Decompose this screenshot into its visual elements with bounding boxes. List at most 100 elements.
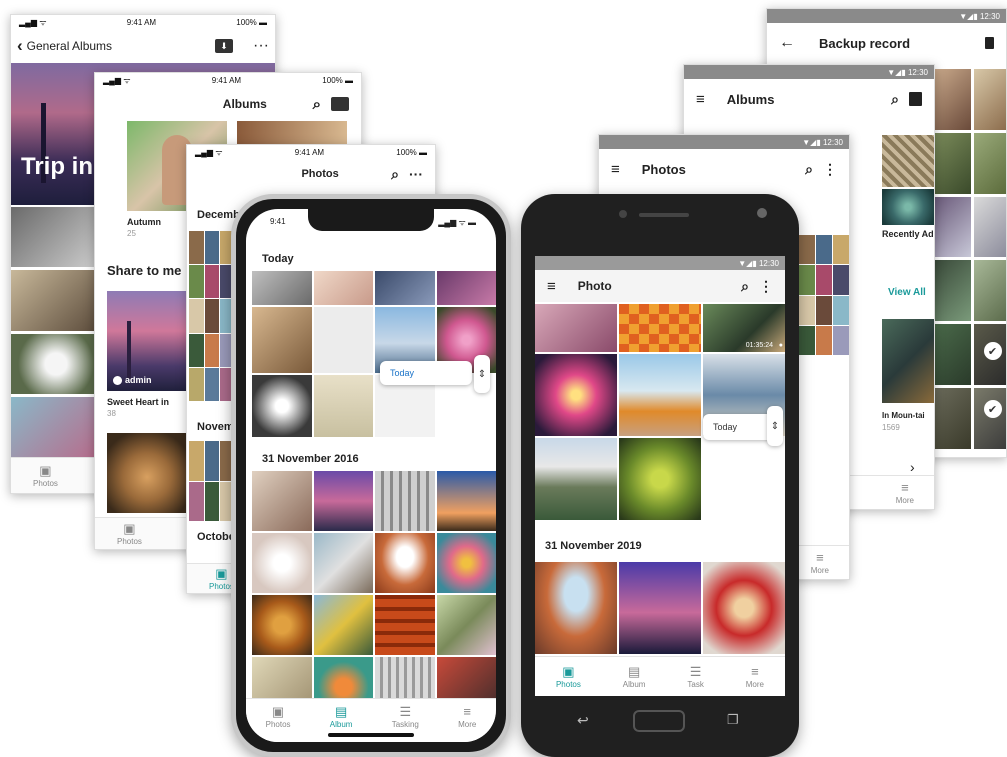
nav-back-icon[interactable]: ↩ bbox=[577, 712, 589, 729]
photo-thumbnail[interactable] bbox=[535, 304, 617, 352]
photos-icon: ▣ bbox=[562, 663, 575, 679]
album-cover[interactable] bbox=[107, 433, 187, 513]
album-cover[interactable] bbox=[882, 319, 934, 403]
photo-thumbnail[interactable] bbox=[619, 354, 701, 436]
tab-photos[interactable]: ▣ Photos bbox=[117, 522, 142, 546]
view-all-link[interactable]: View All bbox=[888, 287, 926, 298]
photo-thumbnail[interactable] bbox=[375, 533, 435, 593]
search-icon[interactable]: ⌕ bbox=[741, 278, 749, 295]
more-options-icon[interactable]: ⋮ bbox=[759, 278, 773, 295]
photo-thumbnail[interactable] bbox=[252, 595, 312, 655]
photo-thumbnail[interactable] bbox=[252, 271, 312, 305]
tab-photos[interactable]: ▣ Photos bbox=[33, 464, 58, 488]
photo-grid bbox=[252, 271, 496, 437]
download-icon[interactable]: ⬇ bbox=[215, 39, 234, 53]
tab-task[interactable]: ☰ Task bbox=[687, 665, 703, 689]
photo-thumbnail[interactable] bbox=[375, 471, 435, 531]
fast-scroll-handle[interactable]: ⇕ bbox=[767, 406, 783, 446]
photo-thumbnail[interactable] bbox=[252, 471, 312, 531]
chevron-right-icon[interactable]: › bbox=[910, 459, 915, 475]
more-options-icon[interactable]: ··· bbox=[409, 166, 423, 182]
photo-thumbnail[interactable] bbox=[436, 271, 496, 305]
search-icon[interactable]: ⌕ bbox=[313, 96, 321, 113]
album-add-icon[interactable] bbox=[909, 92, 922, 106]
status-bar: ▼◢▮ 12:30 bbox=[535, 256, 785, 270]
photo-thumbnail[interactable] bbox=[619, 562, 701, 654]
album-cover[interactable] bbox=[237, 121, 347, 145]
home-indicator bbox=[328, 733, 414, 737]
photo-thumbnail[interactable] bbox=[535, 354, 617, 436]
album-cover[interactable] bbox=[882, 189, 934, 225]
android-device: ▼◢▮ 12:30 ≡ Photo ⌕ ⋮ 01:35:24 ● Today ⇕ … bbox=[521, 194, 799, 757]
album-cover[interactable] bbox=[882, 135, 934, 187]
photo-thumbnail[interactable] bbox=[436, 471, 496, 531]
tab-more[interactable]: ≡ More bbox=[458, 705, 476, 729]
page-title: Photo bbox=[577, 279, 612, 293]
search-icon[interactable]: ⌕ bbox=[805, 161, 813, 178]
video-thumbnail[interactable]: 01:35:24 ● bbox=[703, 304, 785, 352]
selected-photo[interactable]: ✔ bbox=[973, 324, 1006, 386]
tab-album[interactable]: ▤ Album bbox=[330, 705, 353, 729]
tab-photos[interactable]: ▣ Photos bbox=[556, 665, 581, 689]
tab-more[interactable]: ≡ More bbox=[811, 551, 829, 575]
photo-thumbnail[interactable] bbox=[313, 271, 373, 305]
back-arrow-icon[interactable]: ← bbox=[779, 34, 795, 52]
back-label[interactable]: General Albums bbox=[27, 39, 205, 53]
photo-thumbnail[interactable] bbox=[535, 562, 617, 654]
photo-thumbnail[interactable] bbox=[313, 307, 373, 373]
page-title: Photos bbox=[301, 168, 339, 180]
home-button[interactable] bbox=[633, 710, 685, 732]
recents-icon[interactable]: ❐ bbox=[727, 712, 739, 728]
photo-thumbnail[interactable] bbox=[375, 595, 435, 655]
photo-thumbnail[interactable] bbox=[11, 207, 101, 268]
more-options-icon[interactable]: ··· bbox=[253, 37, 269, 55]
photo-thumbnail[interactable] bbox=[252, 533, 312, 593]
tab-label: Album bbox=[329, 719, 353, 729]
tab-album[interactable]: ▤ Album bbox=[623, 665, 646, 689]
selected-photo[interactable] bbox=[935, 324, 971, 386]
photo-thumbnail[interactable] bbox=[313, 375, 373, 437]
tab-photos[interactable]: ▣ Photos bbox=[266, 705, 291, 729]
photo-grid bbox=[799, 235, 849, 355]
photos-icon: ▣ bbox=[215, 565, 228, 581]
photo-thumbnail[interactable] bbox=[313, 533, 373, 593]
search-icon[interactable]: ⌕ bbox=[391, 166, 399, 183]
photo-thumbnail[interactable] bbox=[703, 562, 785, 654]
fast-scroll-handle[interactable]: ⇕ bbox=[474, 355, 490, 393]
photo-thumbnail[interactable] bbox=[11, 396, 101, 457]
photo-thumbnail[interactable] bbox=[436, 533, 496, 593]
photo-thumbnail[interactable] bbox=[11, 270, 101, 331]
tab-label: Photos bbox=[117, 536, 142, 546]
photo-thumbnail[interactable] bbox=[313, 595, 373, 655]
back-chevron-icon[interactable]: ‹ bbox=[17, 36, 23, 56]
photo-thumbnail[interactable] bbox=[619, 438, 701, 520]
tab-tasking[interactable]: ☰ Tasking bbox=[392, 705, 419, 729]
photo-thumbnail[interactable] bbox=[313, 471, 373, 531]
photo-thumbnail[interactable] bbox=[535, 438, 617, 520]
album-icon: ▤ bbox=[627, 663, 641, 679]
hero-title: Trip in bbox=[21, 153, 93, 180]
photo-thumbnail[interactable] bbox=[11, 333, 101, 394]
status-time: 9:41 bbox=[270, 217, 286, 226]
search-icon[interactable]: ⌕ bbox=[891, 91, 899, 108]
app-showcase: ▂▄▆ ᯤ 9:41 AM 100% ▬ ‹ General Albums ⬇ … bbox=[0, 0, 1007, 757]
selected-photo[interactable]: ✔ bbox=[973, 388, 1006, 449]
shared-album-cover[interactable]: admin bbox=[107, 291, 187, 391]
photo-thumbnail[interactable] bbox=[375, 271, 435, 305]
tab-more[interactable]: ≡ More bbox=[896, 481, 914, 505]
photo-thumbnail[interactable] bbox=[619, 304, 701, 352]
more-options-icon[interactable]: ⋮ bbox=[823, 161, 837, 178]
album-add-icon[interactable] bbox=[331, 97, 349, 111]
photo-thumbnail[interactable] bbox=[252, 375, 312, 437]
tab-more[interactable]: ≡ More bbox=[746, 665, 764, 689]
menu-icon[interactable]: ≡ bbox=[696, 91, 705, 108]
photo-thumbnail[interactable] bbox=[436, 595, 496, 655]
page-title: Albums bbox=[222, 97, 267, 111]
battery-indicator: 100% ▬ bbox=[236, 17, 267, 27]
menu-icon[interactable]: ≡ bbox=[611, 161, 620, 178]
signal-icon: ▂▄▆ ᯤ bbox=[195, 147, 223, 157]
album-name: Autumn bbox=[127, 217, 161, 227]
menu-icon[interactable]: ≡ bbox=[547, 278, 556, 295]
delete-icon[interactable] bbox=[985, 37, 994, 49]
photo-thumbnail[interactable] bbox=[252, 307, 312, 373]
